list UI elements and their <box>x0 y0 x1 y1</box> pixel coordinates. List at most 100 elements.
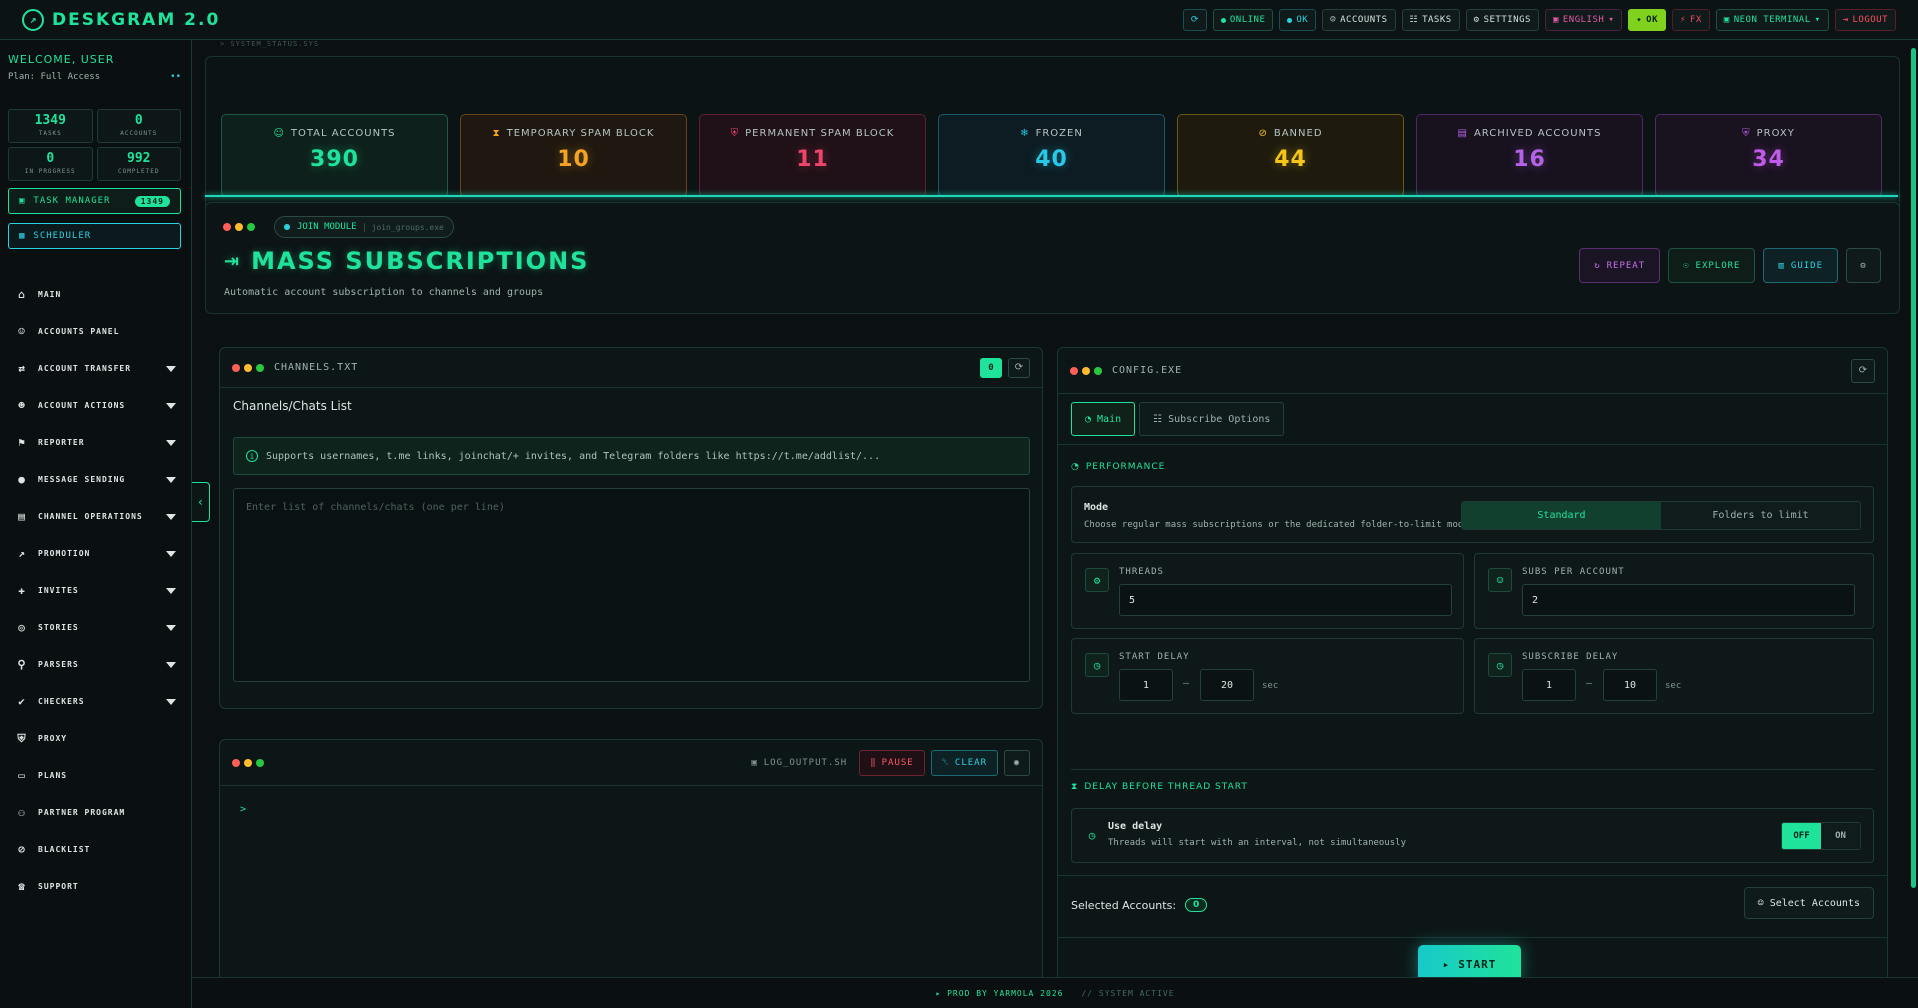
chevron-down-icon[interactable] <box>166 365 176 372</box>
chevron-down-icon[interactable] <box>166 698 176 705</box>
main-scrollbar[interactable] <box>1911 48 1916 888</box>
sidebar-item-support[interactable]: ☎ SUPPORT <box>0 868 192 905</box>
use-delay-label: Use delay <box>1108 821 1163 832</box>
module-settings-button[interactable]: ⚙ <box>1846 248 1881 283</box>
toggle-off-option[interactable]: OFF <box>1782 823 1821 849</box>
sidebar-item-blacklist[interactable]: ⊘ BLACKLIST <box>0 831 192 868</box>
app-logo[interactable]: ↗ DESKGRAM 2.0 <box>0 8 220 31</box>
language-label: ENGLISH <box>1562 15 1605 25</box>
ok-status: OK <box>1279 9 1317 31</box>
sidebar-item-account-actions[interactable]: ☻ ACCOUNT ACTIONS <box>0 387 192 424</box>
start-delay-min-input[interactable] <box>1119 669 1173 701</box>
task-manager-button[interactable]: ▣ TASK MANAGER 1349 <box>8 188 181 214</box>
logout-button[interactable]: ⇥ LOGOUT <box>1834 9 1896 31</box>
config-tabs: ◔ Main ☷ Subscribe Options <box>1071 402 1285 436</box>
sidebar-item-parsers[interactable]: ⚲ PARSERS <box>0 646 192 683</box>
toggle-on-option[interactable]: ON <box>1821 823 1860 849</box>
mode-standard-option[interactable]: Standard <box>1462 502 1661 529</box>
sidebar-item-stories[interactable]: ◎ STORIES <box>0 609 192 646</box>
reload-button[interactable]: ⟳ <box>1008 357 1030 378</box>
channels-input[interactable] <box>233 488 1030 682</box>
top-bar: ↗ DESKGRAM 2.0 ⟳ ONLINE OK ☺ ACCOUNTS ☷ TA… <box>0 0 1918 40</box>
collapse-sidebar-button[interactable]: ‹ <box>192 482 210 522</box>
chevron-down-icon: ▾ <box>1814 15 1821 25</box>
channels-actions: 0 ⟳ <box>980 357 1030 378</box>
chevron-down-icon[interactable] <box>166 587 176 594</box>
tasks-button[interactable]: ☷ TASKS <box>1401 9 1460 31</box>
chevron-down-icon[interactable] <box>166 402 176 409</box>
pause-button[interactable]: ‖ PAUSE <box>859 749 925 776</box>
plan-link[interactable]: •• <box>170 72 181 82</box>
sidebar-item-main[interactable]: ⌂ MAIN <box>0 276 192 313</box>
module-file: join_groups.exe <box>363 222 444 232</box>
toggle-visibility-button[interactable]: ◉ <box>1004 749 1030 776</box>
sidebar-item-invites[interactable]: ✚ INVITES <box>0 572 192 609</box>
channels-file-title: CHANNELS.TXT <box>274 362 359 373</box>
sidebar-item-channel-operations[interactable]: ▤ CHANNEL OPERATIONS <box>0 498 192 535</box>
refresh-button[interactable]: ⟳ <box>1182 9 1207 31</box>
stat-card-permanent-spam-block[interactable]: ⛨ PERMANENT SPAM BLOCK 11 <box>699 114 926 197</box>
subscribe-delay-max-input[interactable] <box>1603 669 1657 701</box>
task-manager-label: TASK MANAGER <box>33 196 111 206</box>
start-delay-max-input[interactable] <box>1200 669 1254 701</box>
chevron-down-icon[interactable] <box>166 439 176 446</box>
config-panel: CONFIG.EXE ⟳ ◔ Main ☷ Subscribe Options ◔ P… <box>1057 347 1888 997</box>
sidebar-item-label: PARSERS <box>38 660 79 669</box>
chevron-down-icon[interactable] <box>166 661 176 668</box>
chevron-down-icon[interactable] <box>166 513 176 520</box>
sidebar-item-proxy[interactable]: ⛨ PROXY <box>0 720 192 757</box>
guide-button[interactable]: ▥ GUIDE <box>1763 248 1838 283</box>
stat-card-frozen[interactable]: ❄ FROZEN 40 <box>938 114 1165 197</box>
tab-main[interactable]: ◔ Main <box>1071 402 1136 436</box>
sidebar-item-checkers[interactable]: ✔ CHECKERS <box>0 683 192 720</box>
sidebar-item-plans[interactable]: ▭ PLANS <box>0 757 192 794</box>
stats-panel: ☺ TOTAL ACCOUNTS 390 ⧗ TEMPORARY SPAM BLOCK 1… <box>205 56 1900 213</box>
accounts-button[interactable]: ☺ ACCOUNTS <box>1322 9 1396 31</box>
sidebar-item-reporter[interactable]: ⚑ REPORTER <box>0 424 192 461</box>
sidebar-item-message-sending[interactable]: ● MESSAGE SENDING <box>0 461 192 498</box>
stat-card-value: 40 <box>1035 147 1068 172</box>
ok-button[interactable]: ✦ OK <box>1628 9 1666 31</box>
stat-card-archived-accounts[interactable]: ▤ ARCHIVED ACCOUNTS 16 <box>1416 114 1643 197</box>
sidebar-item-account-transfer[interactable]: ⇄ ACCOUNT TRANSFER <box>0 350 192 387</box>
mode-folders-option[interactable]: Folders to limit <box>1661 502 1860 529</box>
repeat-button[interactable]: ↻ REPEAT <box>1579 248 1661 283</box>
shield-icon: ⛨ <box>1742 128 1751 139</box>
fx-button[interactable]: ⚡ FX <box>1672 9 1710 31</box>
flag-icon: ▣ <box>1552 15 1559 25</box>
users-icon: ☺ <box>1330 15 1337 25</box>
settings-button[interactable]: ⚙ SETTINGS <box>1465 9 1539 31</box>
start-delay-unit: sec <box>1262 681 1279 691</box>
calendar-icon: ▦ <box>19 231 26 241</box>
use-delay-toggle[interactable]: OFF ON <box>1781 822 1861 850</box>
sidebar-item-partner-program[interactable]: ⚇ PARTNER PROGRAM <box>0 794 192 831</box>
stat-card-temporary-spam-block[interactable]: ⧗ TEMPORARY SPAM BLOCK 10 <box>460 114 687 197</box>
scheduler-button[interactable]: ▦ SCHEDULER <box>8 223 181 249</box>
stat-value: 1349 <box>34 113 66 128</box>
chevron-down-icon[interactable] <box>166 550 176 557</box>
stat-card-total-accounts[interactable]: ☺ TOTAL ACCOUNTS 390 <box>221 114 448 197</box>
clock-icon: ◷ <box>1488 653 1512 677</box>
language-select[interactable]: ▣ ENGLISH ▾ <box>1544 9 1623 31</box>
maximize-dot-icon <box>256 758 264 767</box>
sidebar-item-promotion[interactable]: ↗ PROMOTION <box>0 535 192 572</box>
subs-per-account-input[interactable] <box>1522 584 1855 616</box>
tab-subscribe-options[interactable]: ☷ Subscribe Options <box>1139 402 1285 436</box>
explore-button[interactable]: ☉ EXPLORE <box>1668 248 1756 283</box>
theme-select[interactable]: ▣ NEON TERMINAL ▾ <box>1715 9 1829 31</box>
use-delay-description: Threads will start with an interval, not… <box>1108 838 1407 848</box>
sidebar-item-label: SUPPORT <box>38 882 79 891</box>
sidebar-item-accounts-panel[interactable]: ☺ ACCOUNTS PANEL <box>0 313 192 350</box>
close-dot-icon <box>223 223 231 231</box>
stat-card-banned[interactable]: ⊘ BANNED 44 <box>1177 114 1404 197</box>
config-reload-button[interactable]: ⟳ <box>1851 358 1875 383</box>
chevron-down-icon[interactable] <box>166 476 176 483</box>
select-accounts-button[interactable]: ☺ Select Accounts <box>1743 887 1874 919</box>
stat-card-proxy[interactable]: ⛨ PROXY 34 <box>1655 114 1882 197</box>
subscribe-delay-min-input[interactable] <box>1522 669 1576 701</box>
stat-card-value: 34 <box>1752 147 1785 172</box>
minimize-dot-icon <box>244 758 252 767</box>
clear-button[interactable]: ␡ CLEAR <box>930 749 998 776</box>
threads-input[interactable] <box>1119 584 1452 616</box>
chevron-down-icon[interactable] <box>166 624 176 631</box>
